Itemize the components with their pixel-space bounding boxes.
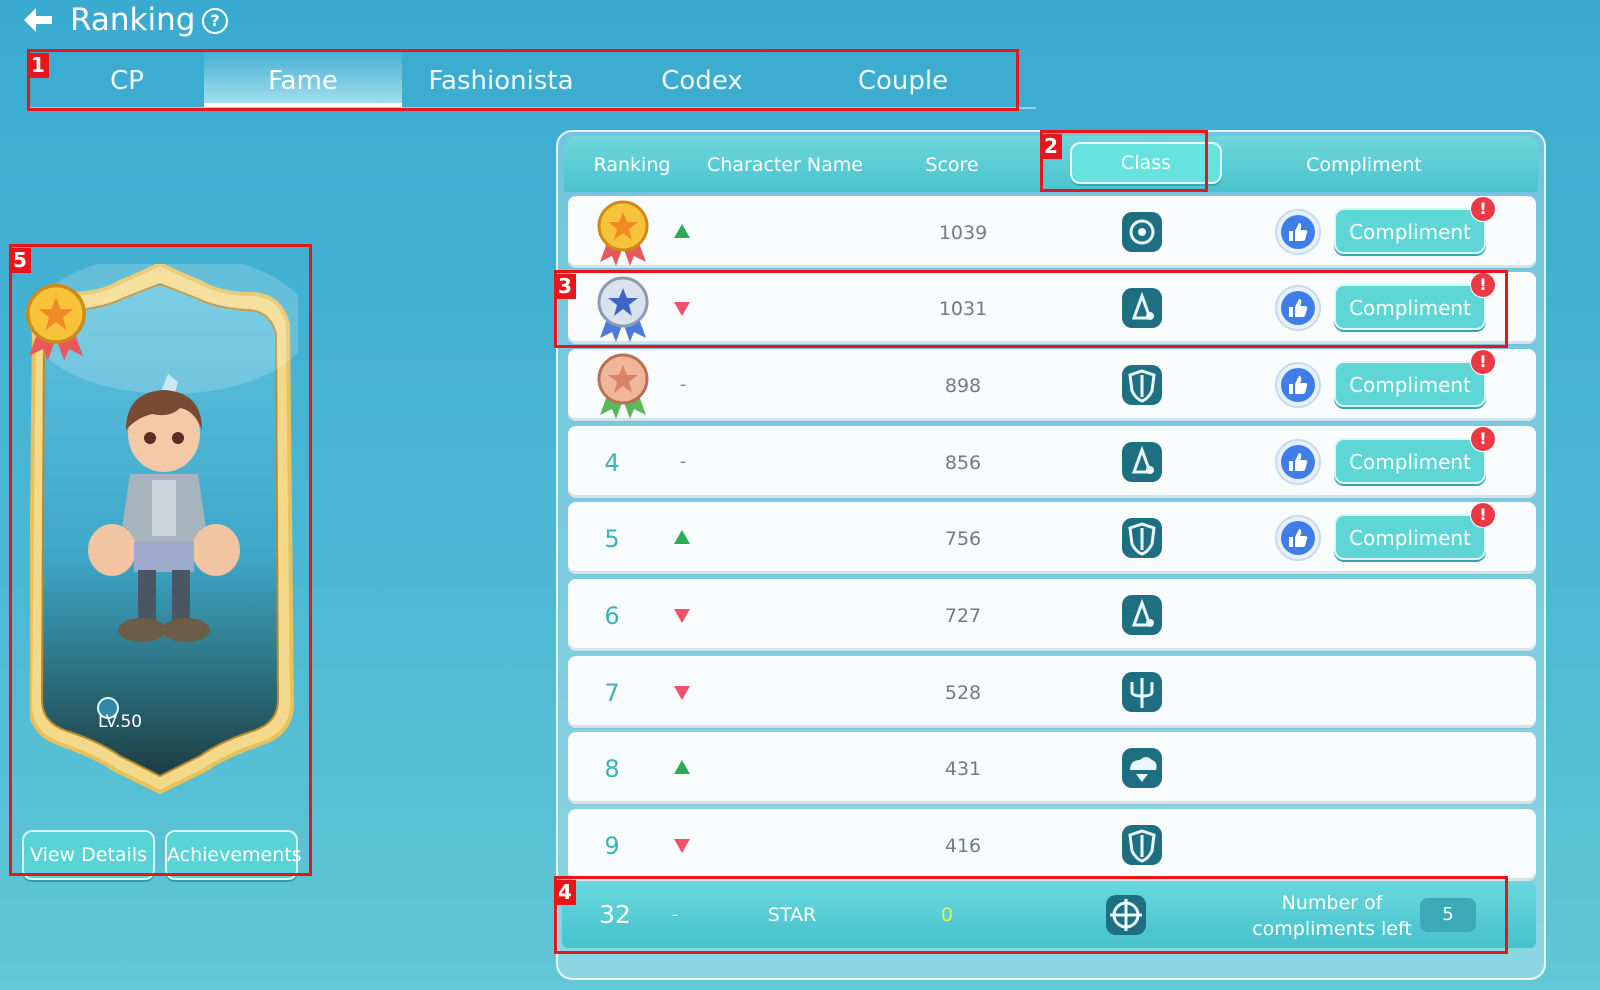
page-title: Ranking bbox=[70, 2, 196, 38]
trend-up-icon bbox=[674, 530, 690, 544]
header-score: Score bbox=[925, 154, 979, 176]
score-value: 431 bbox=[944, 758, 982, 780]
table-row: 4 - 856 Compliment ! bbox=[568, 426, 1536, 498]
score-value: 727 bbox=[944, 605, 982, 627]
rank-number: 8 bbox=[604, 755, 620, 783]
ranking-tabs: CP Fame Fashionista Codex Couple bbox=[28, 52, 1036, 109]
table-row: - 898 Compliment ! bbox=[568, 349, 1536, 421]
compliment-button[interactable]: Compliment bbox=[1334, 514, 1486, 560]
table-row: 7 528 bbox=[568, 656, 1536, 728]
score-value: 416 bbox=[944, 835, 982, 857]
table-row: 1031 Compliment ! bbox=[568, 272, 1536, 344]
compliment-button[interactable]: Compliment bbox=[1334, 208, 1486, 254]
alert-badge: ! bbox=[1470, 502, 1496, 528]
alert-badge: ! bbox=[1470, 272, 1496, 298]
cloud-class-icon bbox=[1122, 748, 1162, 788]
highlight-label: 4 bbox=[554, 880, 576, 905]
compliment-button[interactable]: Compliment bbox=[1334, 361, 1486, 407]
table-row: 5 756 Compliment ! bbox=[568, 502, 1536, 574]
tab-couple[interactable]: Couple bbox=[804, 52, 1002, 105]
tab-codex[interactable]: Codex bbox=[603, 52, 801, 105]
achievements-button[interactable]: Achievements bbox=[165, 830, 302, 880]
back-arrow-icon[interactable] bbox=[22, 6, 54, 34]
target-class-icon bbox=[1122, 212, 1162, 252]
my-ranking-row: 32 - STAR 0 Number of compliments left 5 bbox=[562, 882, 1536, 948]
highlight-label: 3 bbox=[554, 274, 576, 299]
alert-badge: ! bbox=[1470, 426, 1496, 452]
score-value: 528 bbox=[944, 682, 982, 704]
header-ranking: Ranking bbox=[593, 154, 671, 176]
score-value: 898 bbox=[944, 375, 982, 397]
score-value: 756 bbox=[944, 528, 982, 550]
rank-number: 4 bbox=[604, 449, 620, 477]
score-value: 1039 bbox=[938, 222, 988, 244]
highlight-label: 5 bbox=[9, 248, 31, 273]
highlight-label: 2 bbox=[1040, 134, 1062, 159]
alert-badge: ! bbox=[1470, 349, 1496, 375]
table-row: 6 727 bbox=[568, 579, 1536, 651]
header-character-name: Character Name bbox=[707, 154, 863, 176]
trend-down-icon bbox=[674, 609, 690, 623]
alert-badge: ! bbox=[1470, 196, 1496, 222]
bronze-medal-icon bbox=[597, 353, 649, 419]
trend-down-icon bbox=[674, 839, 690, 853]
table-row: 9 416 bbox=[568, 809, 1536, 881]
help-icon[interactable]: ? bbox=[202, 8, 228, 34]
trident-class-icon bbox=[1122, 672, 1162, 712]
my-rank: 32 bbox=[599, 900, 631, 929]
rank-number: 5 bbox=[604, 525, 620, 553]
trend-down-icon bbox=[674, 686, 690, 700]
mage-class-icon bbox=[1122, 442, 1162, 482]
score-value: 1031 bbox=[938, 298, 988, 320]
my-character-name: STAR bbox=[767, 904, 817, 926]
mage-class-icon bbox=[1122, 595, 1162, 635]
compliments-left-count: 5 bbox=[1420, 898, 1476, 932]
my-class-icon bbox=[1106, 895, 1146, 935]
table-row: 1039 Compliment ! bbox=[568, 196, 1536, 268]
header-compliment: Compliment bbox=[1306, 154, 1422, 176]
character-level: LV.50 bbox=[98, 712, 143, 732]
thumbs-up-icon[interactable] bbox=[1274, 514, 1322, 562]
thumbs-up-icon[interactable] bbox=[1274, 361, 1322, 409]
tab-cp[interactable]: CP bbox=[28, 52, 226, 105]
highlight-label: 1 bbox=[27, 53, 49, 78]
table-row: 8 431 bbox=[568, 732, 1536, 804]
shield-class-icon bbox=[1122, 365, 1162, 405]
trend-up-icon bbox=[674, 760, 690, 774]
thumbs-up-icon[interactable] bbox=[1274, 438, 1322, 486]
trend-unchanged: - bbox=[679, 374, 687, 395]
trend-up-icon bbox=[674, 224, 690, 238]
rank-number: 6 bbox=[604, 602, 620, 630]
mage-class-icon bbox=[1122, 288, 1162, 328]
my-trend: - bbox=[672, 905, 678, 924]
class-filter-button[interactable]: Class bbox=[1070, 142, 1222, 184]
score-value: 856 bbox=[944, 452, 982, 474]
silver-medal-icon bbox=[597, 276, 649, 342]
shield-class-icon bbox=[1122, 825, 1162, 865]
tab-fame[interactable]: Fame bbox=[204, 52, 402, 107]
rank-number: 7 bbox=[604, 679, 620, 707]
trend-down-icon bbox=[674, 302, 690, 316]
trend-unchanged: - bbox=[679, 451, 687, 472]
compliment-button[interactable]: Compliment bbox=[1334, 438, 1486, 484]
view-details-button[interactable]: View Details bbox=[22, 830, 155, 880]
gold-medal-icon bbox=[26, 283, 86, 361]
tab-fashionista[interactable]: Fashionista bbox=[402, 52, 600, 105]
shield-class-icon bbox=[1122, 518, 1162, 558]
thumbs-up-icon[interactable] bbox=[1274, 284, 1322, 332]
compliments-left-label: Number of compliments left bbox=[1252, 892, 1412, 940]
gold-medal-icon bbox=[597, 200, 649, 266]
thumbs-up-icon[interactable] bbox=[1274, 208, 1322, 256]
my-score: 0 bbox=[940, 904, 954, 926]
compliment-button[interactable]: Compliment bbox=[1334, 284, 1486, 330]
rank-number: 9 bbox=[604, 832, 620, 860]
